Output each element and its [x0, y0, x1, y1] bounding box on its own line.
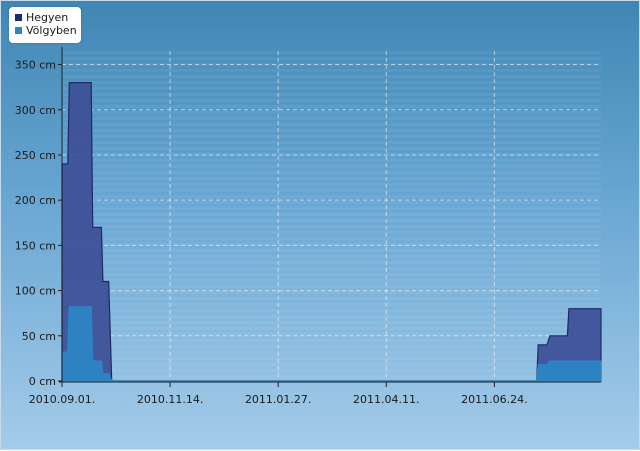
background-band [62, 183, 601, 186]
plot-background-bands [62, 51, 601, 378]
background-band [62, 273, 601, 276]
chart-svg: 0 cm 50 cm 100 cm 150 cm 200 cm 250 cm 300 cm 3… [15, 47, 602, 406]
background-band [62, 339, 601, 342]
background-band [62, 159, 601, 162]
y-tick-label: 100 cm [15, 285, 56, 298]
background-band [62, 75, 601, 78]
background-band [62, 69, 601, 72]
background-band [62, 321, 601, 324]
y-tick-label: 200 cm [15, 194, 56, 207]
x-tick-label: 2011.06.24. [461, 393, 527, 406]
background-band [62, 345, 601, 348]
x-tick-labels: 2010.09.01. 2010.11.14. 2011.01.27. 2011.04… [29, 382, 528, 406]
background-band [62, 363, 601, 366]
y-tick-label: 150 cm [15, 239, 56, 252]
x-tick-label: 2011.04.11. [353, 393, 419, 406]
background-band [62, 213, 601, 216]
background-band [62, 261, 601, 264]
background-band [62, 147, 601, 150]
background-band [62, 291, 601, 294]
background-band [62, 285, 601, 288]
background-band [62, 189, 601, 192]
y-tick-label: 300 cm [15, 104, 56, 117]
background-band [62, 279, 601, 282]
background-band [62, 369, 601, 372]
x-tick-label: 2010.09.01. [29, 393, 95, 406]
y-tick-label: 250 cm [15, 149, 56, 162]
background-band [62, 267, 601, 270]
chart-frame: Hegyen Völgyben 0 cm 50 cm 100 cm 150 cm 200… [0, 0, 640, 450]
background-band [62, 111, 601, 114]
background-band [62, 309, 601, 312]
background-band [62, 297, 601, 300]
background-band [62, 375, 601, 378]
background-band [62, 357, 601, 360]
background-band [62, 225, 601, 228]
background-band [62, 81, 601, 84]
y-tick-label: 0 cm [29, 375, 56, 388]
background-band [62, 327, 601, 330]
x-tick-label: 2010.11.14. [137, 393, 203, 406]
background-band [62, 105, 601, 108]
y-tick-labels: 0 cm 50 cm 100 cm 150 cm 200 cm 250 cm 300 cm 3… [15, 59, 62, 388]
background-band [62, 249, 601, 252]
background-band [62, 171, 601, 174]
background-band [62, 129, 601, 132]
background-band [62, 231, 601, 234]
background-band [62, 195, 601, 198]
background-band [62, 207, 601, 210]
x-tick-label: 2011.01.27. [245, 393, 311, 406]
background-band [62, 87, 601, 90]
background-band [62, 351, 601, 354]
background-band [62, 219, 601, 222]
y-tick-label: 50 cm [22, 330, 56, 343]
background-band [62, 177, 601, 180]
background-band [62, 237, 601, 240]
background-band [62, 303, 601, 306]
background-band [62, 201, 601, 204]
background-band [62, 123, 601, 126]
background-band [62, 315, 601, 318]
background-band [62, 57, 601, 60]
background-band [62, 255, 601, 258]
y-tick-label: 350 cm [15, 59, 56, 72]
background-band [62, 135, 601, 138]
background-band [62, 99, 601, 102]
background-band [62, 117, 601, 120]
background-band [62, 165, 601, 168]
background-band [62, 51, 601, 54]
background-band [62, 93, 601, 96]
background-band [62, 141, 601, 144]
